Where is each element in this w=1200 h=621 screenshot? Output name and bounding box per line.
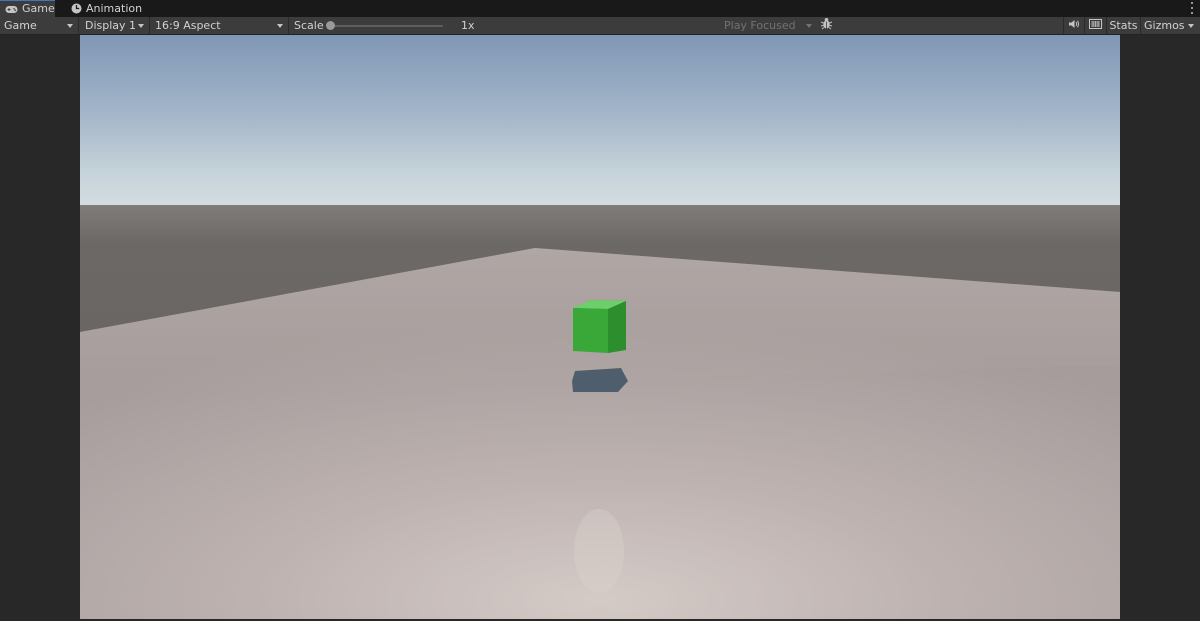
- mute-audio-button[interactable]: [1063, 17, 1084, 34]
- game-view-toolbar: Game Display 1 16:9 Aspect Scale 1x Play…: [0, 17, 1200, 35]
- window-tab-bar: Game Animation: [0, 0, 1200, 17]
- gizmos-dropdown[interactable]: Gizmos: [1140, 17, 1200, 34]
- tab-animation-label: Animation: [86, 2, 143, 15]
- cube-shadow: [572, 368, 628, 392]
- chevron-down-icon: [138, 24, 144, 28]
- game-viewport[interactable]: [80, 35, 1120, 619]
- stats-button[interactable]: Stats: [1106, 17, 1140, 34]
- chevron-down-icon: [1188, 24, 1194, 28]
- play-mode-value: Play Focused: [724, 19, 796, 32]
- gizmos-label: Gizmos: [1144, 19, 1185, 32]
- scale-slider-track[interactable]: [331, 25, 443, 27]
- display-dropdown[interactable]: Display 1: [81, 17, 150, 34]
- scene-render: [80, 248, 1120, 619]
- play-mode-dropdown[interactable]: Play Focused: [718, 17, 816, 34]
- speaker-icon: [1068, 17, 1080, 34]
- view-mode-dropdown[interactable]: Game: [0, 17, 79, 34]
- scale-value: 1x: [461, 19, 475, 32]
- tab-game-label: Game: [22, 2, 55, 15]
- chevron-down-icon: [67, 24, 73, 28]
- gamepad-icon: [5, 3, 18, 16]
- animation-clock-icon: [71, 2, 82, 15]
- shortcuts-grid-button[interactable]: [1084, 17, 1106, 34]
- keyboard-grid-icon: [1089, 17, 1102, 34]
- chevron-down-icon: [806, 24, 812, 28]
- bug-icon: [820, 17, 833, 35]
- tab-game[interactable]: Game: [0, 0, 55, 17]
- scale-control: Scale 1x: [289, 17, 481, 34]
- tab-animation[interactable]: Animation: [66, 0, 142, 17]
- scale-slider-thumb[interactable]: [326, 21, 335, 30]
- kebab-menu-icon[interactable]: [1190, 2, 1194, 14]
- scale-label: Scale: [294, 19, 324, 32]
- aspect-dropdown[interactable]: 16:9 Aspect: [151, 17, 289, 34]
- aspect-value: 16:9 Aspect: [155, 19, 221, 32]
- view-mode-value: Game: [4, 19, 37, 32]
- chevron-down-icon: [277, 24, 283, 28]
- debug-toggle-button[interactable]: [816, 17, 836, 34]
- stats-label: Stats: [1109, 19, 1138, 32]
- display-value: Display 1: [85, 19, 137, 32]
